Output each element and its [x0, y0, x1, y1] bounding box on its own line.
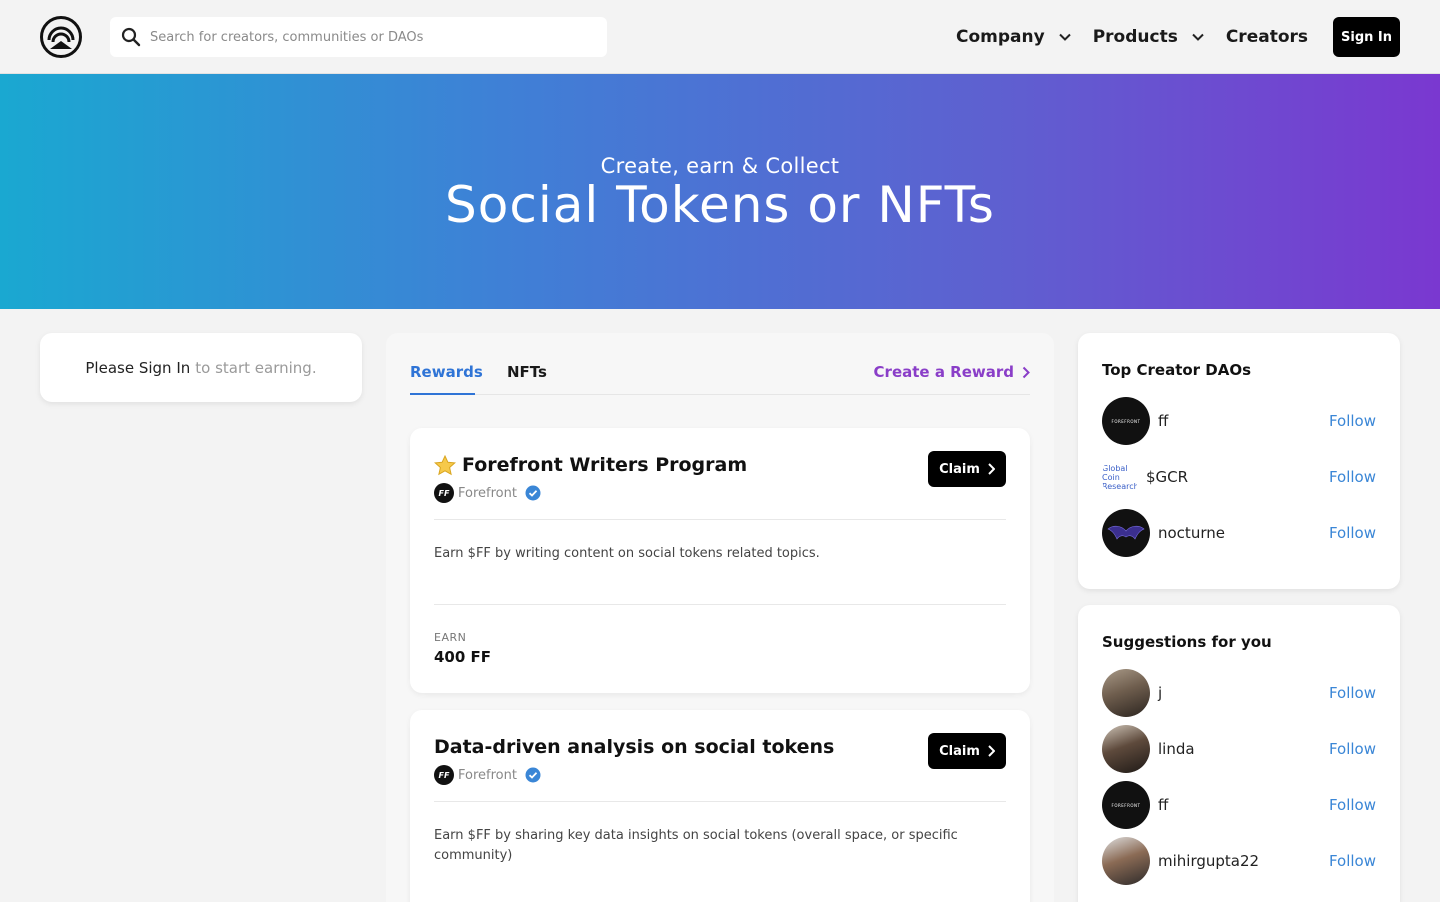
chevron-right-icon	[988, 463, 995, 475]
forefront-logo-icon: FF	[434, 483, 454, 503]
avatar	[1102, 725, 1150, 773]
avatar	[1102, 837, 1150, 885]
earn-value: 400 FF	[434, 648, 492, 666]
reward-title-text: Forefront Writers Program	[462, 454, 748, 476]
forefront-logo-icon: FF	[434, 765, 454, 785]
avatar-logo-text: Global Coin Research	[1102, 463, 1138, 491]
reward-description: Earn $FF by sharing key data insights on…	[434, 828, 958, 863]
avatar: Global Coin Research	[1102, 453, 1138, 501]
tab-nfts[interactable]: NFTs	[507, 363, 547, 381]
claim-button[interactable]: Claim	[928, 733, 1006, 769]
avatar	[1102, 669, 1150, 717]
reward-card[interactable]: Forefront Writers Program FF Forefront C…	[410, 428, 1030, 693]
follow-button[interactable]: Follow	[1329, 412, 1376, 430]
nav-products-label: Products	[1092, 27, 1178, 47]
app-logo-icon[interactable]	[40, 16, 82, 58]
suggestions-card: Suggestions for you j Follow linda Follo…	[1078, 605, 1400, 902]
verified-badge-icon	[525, 767, 541, 783]
suggestion-item[interactable]: mihirgupta22 Follow	[1102, 837, 1376, 885]
reward-tabs: Rewards NFTs Create a Reward	[410, 333, 1030, 395]
reward-title: Forefront Writers Program	[434, 454, 747, 476]
nav-company[interactable]: Company	[956, 27, 1071, 47]
main-nav: Company Products Creators Sign In	[956, 17, 1400, 57]
search-icon	[121, 27, 141, 47]
nav-products[interactable]: Products	[1093, 27, 1204, 47]
hero-title: Social Tokens or NFTs	[445, 176, 995, 234]
follow-button[interactable]: Follow	[1329, 852, 1376, 870]
top-daos-title: Top Creator DAOs	[1102, 361, 1252, 379]
user-name: mihirgupta22	[1158, 852, 1260, 870]
avatar: FOREFRONT	[1102, 397, 1150, 445]
follow-button[interactable]: Follow	[1329, 468, 1376, 486]
create-reward-link[interactable]: Create a Reward	[874, 363, 1030, 381]
bat-wings-icon	[1107, 525, 1145, 540]
earn-label: EARN	[434, 631, 467, 644]
suggestion-item[interactable]: linda Follow	[1102, 725, 1376, 773]
avatar: FOREFRONT	[1102, 781, 1150, 829]
reward-title: Data-driven analysis on social tokens	[434, 736, 834, 758]
divider	[434, 519, 1006, 520]
search-input[interactable]	[150, 17, 590, 57]
chevron-down-icon	[1058, 33, 1071, 41]
user-name: ff	[1158, 796, 1169, 814]
suggestions-title: Suggestions for you	[1102, 633, 1272, 651]
dao-item[interactable]: Global Coin Research $GCR Follow	[1102, 453, 1376, 501]
search-bar	[110, 17, 607, 57]
create-reward-label: Create a Reward	[873, 363, 1014, 381]
reward-card[interactable]: Data-driven analysis on social tokens FF…	[410, 710, 1030, 902]
avatar-logo-text: FOREFRONT	[1111, 802, 1141, 808]
suggestion-item[interactable]: j Follow	[1102, 669, 1376, 717]
reward-org-name: Forefront	[458, 767, 517, 783]
dao-item[interactable]: nocturne Follow	[1102, 509, 1376, 557]
divider	[434, 801, 1006, 802]
hero-banner: Create, earn & Collect Social Tokens or …	[0, 74, 1440, 309]
chevron-down-icon	[1192, 33, 1204, 41]
reward-org-name: Forefront	[458, 485, 517, 501]
user-name: j	[1158, 684, 1163, 702]
suggestion-item[interactable]: FOREFRONT ff Follow	[1102, 781, 1376, 829]
sign-in-prompt-card[interactable]: Please Sign In to start earning.	[40, 333, 362, 402]
star-icon	[434, 454, 456, 475]
tab-rewards[interactable]: Rewards	[410, 363, 483, 395]
dao-name: $GCR	[1146, 468, 1189, 486]
dao-name: nocturne	[1158, 524, 1225, 542]
dao-item[interactable]: FOREFRONT ff Follow	[1102, 397, 1376, 445]
avatar-logo-text: FOREFRONT	[1111, 418, 1141, 424]
dao-name: ff	[1158, 412, 1169, 430]
claim-label: Claim	[939, 461, 980, 477]
nav-creators[interactable]: Creators	[1226, 27, 1308, 47]
top-navbar: Company Products Creators Sign In	[0, 0, 1440, 74]
nav-creators-label: Creators	[1225, 27, 1308, 47]
follow-button[interactable]: Follow	[1329, 796, 1376, 814]
hero-subtitle: Create, earn & Collect	[600, 154, 840, 178]
nav-company-label: Company	[956, 27, 1045, 47]
follow-button[interactable]: Follow	[1329, 524, 1376, 542]
claim-button[interactable]: Claim	[928, 451, 1006, 487]
sign-in-button[interactable]: Sign In	[1333, 17, 1400, 57]
sign-in-prompt-muted: to start earning.	[195, 358, 317, 377]
reward-org[interactable]: FF Forefront	[434, 765, 541, 785]
sign-in-prompt-strong: Please Sign In	[85, 358, 191, 377]
divider	[434, 604, 1006, 605]
top-creator-daos-card: Top Creator DAOs FOREFRONT ff Follow Glo…	[1078, 333, 1400, 589]
claim-label: Claim	[939, 743, 980, 759]
reward-description: Earn $FF by writing content on social to…	[434, 546, 820, 561]
rewards-panel: Rewards NFTs Create a Reward Forefront W…	[386, 333, 1054, 902]
follow-button[interactable]: Follow	[1329, 740, 1376, 758]
reward-title-text: Data-driven analysis on social tokens	[434, 736, 835, 758]
user-name: linda	[1158, 740, 1195, 758]
chevron-right-icon	[1022, 366, 1030, 378]
reward-org[interactable]: FF Forefront	[434, 483, 541, 503]
avatar	[1102, 509, 1150, 557]
verified-badge-icon	[525, 485, 541, 501]
follow-button[interactable]: Follow	[1329, 684, 1376, 702]
chevron-right-icon	[988, 745, 995, 757]
